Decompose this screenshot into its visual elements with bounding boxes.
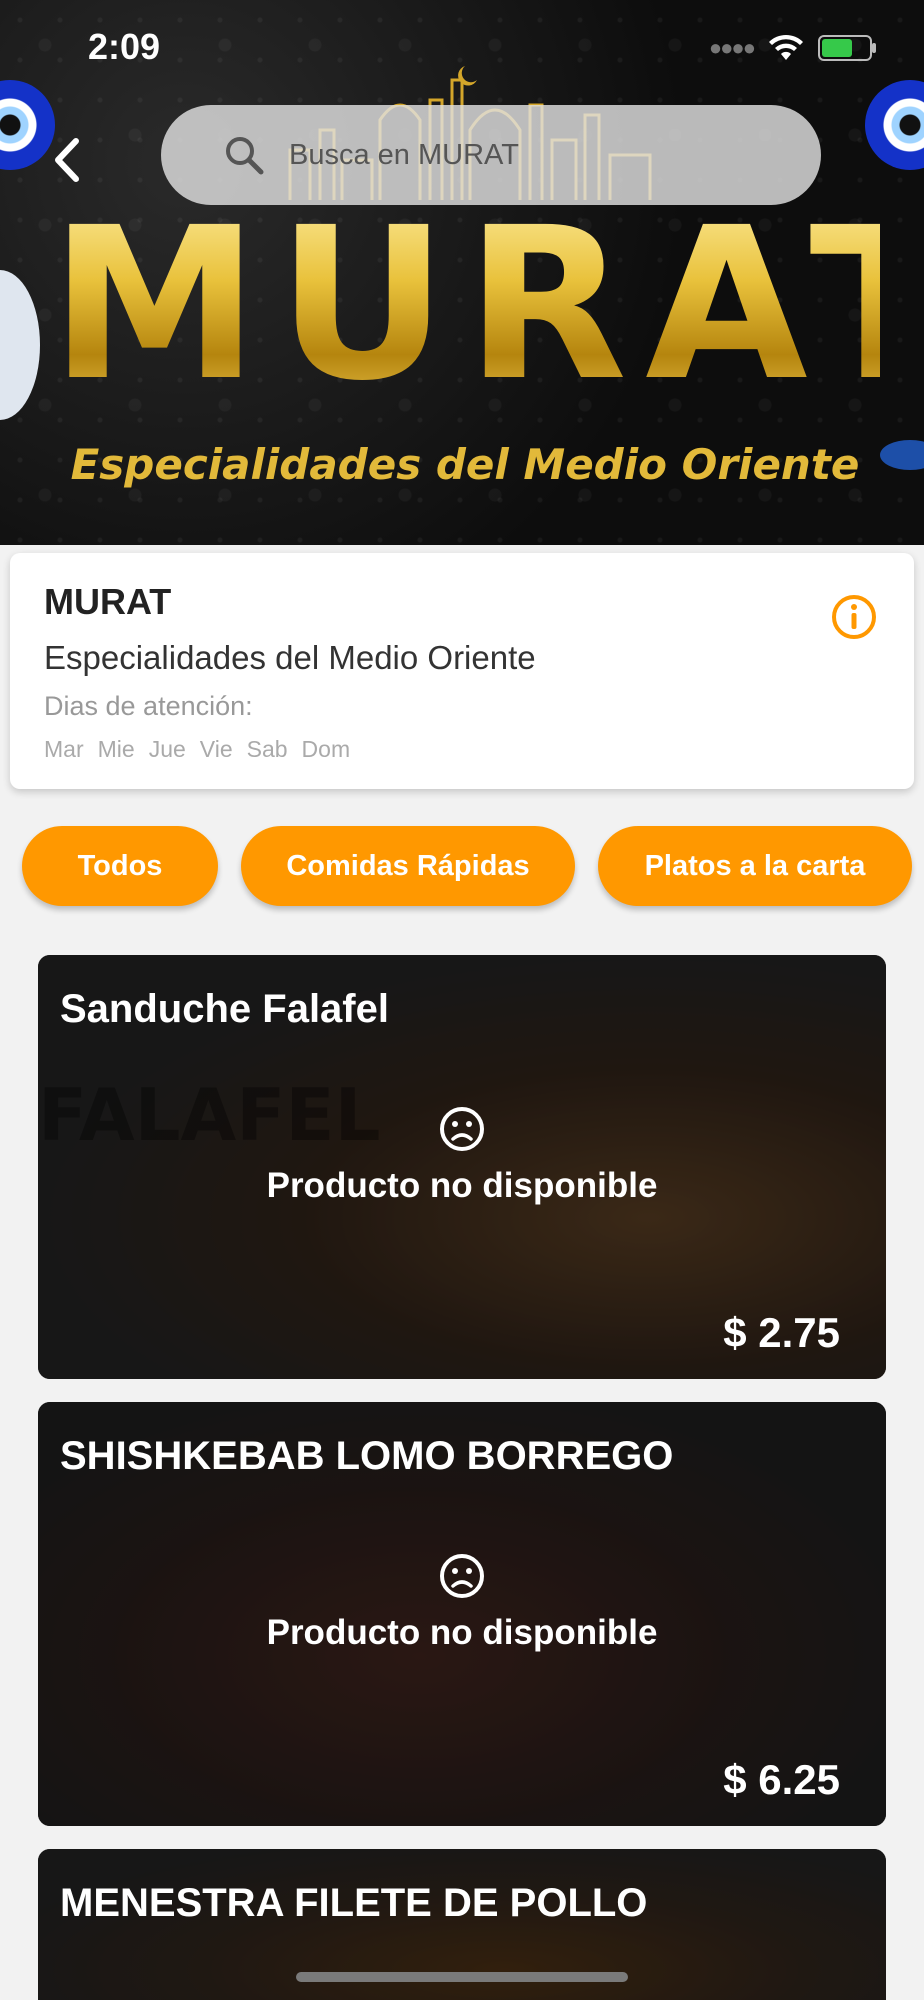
banner-tagline: Especialidades del Medio Oriente (70, 440, 860, 489)
opening-days-list: Mar Mie Jue Vie Sab Dom (44, 736, 880, 763)
back-button[interactable] (42, 130, 92, 190)
product-price: $ 2.75 (723, 1309, 840, 1356)
status-time: 2:09 (88, 26, 161, 67)
restaurant-name: MURAT (44, 581, 172, 622)
wifi-icon (769, 34, 803, 60)
product-card[interactable]: SHISHKEBAB LOMO BORREGO Producto no disp… (38, 1402, 886, 1826)
day-label: Mar (44, 736, 84, 762)
info-icon[interactable] (830, 593, 878, 641)
product-card[interactable]: FALAFEL Sanduche Falafel Producto no dis… (38, 955, 886, 1379)
cellular-signal-icon: ●●●● (708, 35, 756, 60)
product-price: $ 6.25 (723, 1756, 840, 1803)
day-label: Vie (199, 736, 233, 762)
search-icon (226, 137, 264, 175)
category-chip-platos-a-la-carta[interactable]: Platos a la carta (598, 826, 912, 906)
restaurant-description: Especialidades del Medio Oriente (44, 639, 536, 676)
unavailable-indicator: Producto no disponible (38, 1552, 886, 1653)
sad-face-icon (440, 1554, 484, 1598)
category-chip-todos[interactable]: Todos (22, 826, 218, 906)
unavailable-text: Producto no disponible (266, 1166, 658, 1205)
search-bar[interactable] (161, 105, 821, 205)
category-chip-comidas-rapidas[interactable]: Comidas Rápidas (241, 826, 575, 906)
day-label: Jue (148, 736, 186, 762)
day-label: Sab (246, 736, 288, 762)
product-title: Sanduche Falafel (60, 987, 389, 1031)
restaurant-banner: MURAT Especialidades del Medio Oriente 2… (0, 0, 924, 545)
sad-face-icon (440, 1107, 484, 1151)
status-icons: ●●●● (708, 34, 876, 62)
product-title: MENESTRA FILETE DE POLLO (60, 1881, 648, 1925)
murat-logo: MURAT (50, 180, 924, 430)
restaurant-info-card: MURAT Especialidades del Medio Oriente D… (10, 553, 914, 789)
unavailable-text: Producto no disponible (266, 1613, 658, 1652)
day-label: Dom (301, 736, 351, 762)
day-label: Mie (97, 736, 135, 762)
search-input[interactable] (287, 137, 771, 173)
battery-icon (818, 35, 876, 61)
unavailable-indicator: Producto no disponible (38, 1105, 886, 1206)
chevron-left-icon (55, 138, 79, 182)
opening-days-label: Dias de atención: (44, 691, 253, 721)
product-title: SHISHKEBAB LOMO BORREGO (60, 1434, 674, 1478)
home-indicator[interactable] (296, 1972, 628, 1982)
